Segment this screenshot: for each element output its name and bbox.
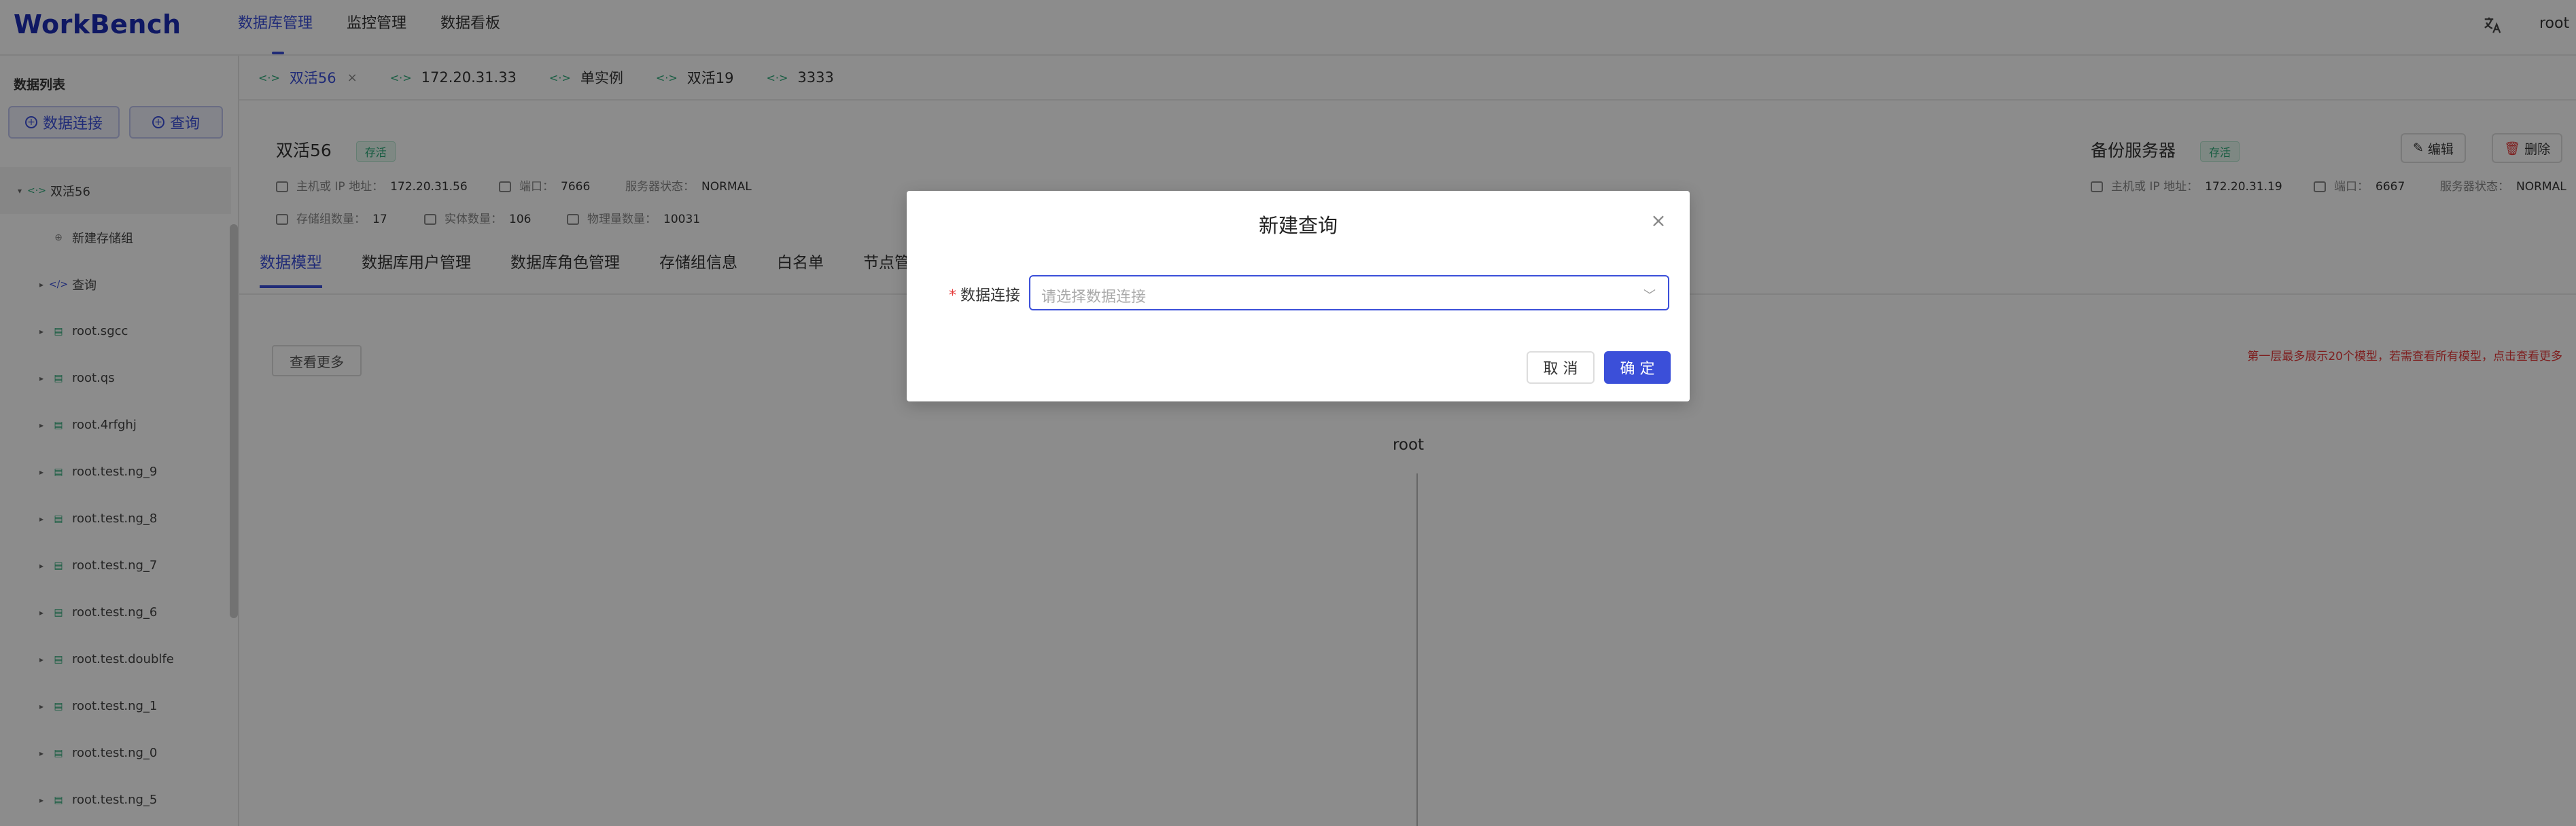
data-connection-select[interactable]: 请选择数据连接 ﹀ xyxy=(1029,275,1669,310)
data-connection-label: * 数据连接 xyxy=(949,283,1020,305)
modal-mask[interactable] xyxy=(0,0,2576,826)
new-query-dialog: 新建查询 × * 数据连接 请选择数据连接 ﹀ 取 消 确 定 xyxy=(907,191,1690,401)
cancel-button[interactable]: 取 消 xyxy=(1527,351,1595,384)
select-placeholder: 请选择数据连接 xyxy=(1041,289,1147,306)
chevron-down-icon: ﹀ xyxy=(1643,289,1656,303)
confirm-button[interactable]: 确 定 xyxy=(1604,351,1671,384)
dialog-title: 新建查询 xyxy=(1258,214,1338,237)
required-mark: * xyxy=(949,287,956,304)
close-icon[interactable]: × xyxy=(1649,211,1668,230)
field-label-text: 数据连接 xyxy=(960,287,1021,304)
